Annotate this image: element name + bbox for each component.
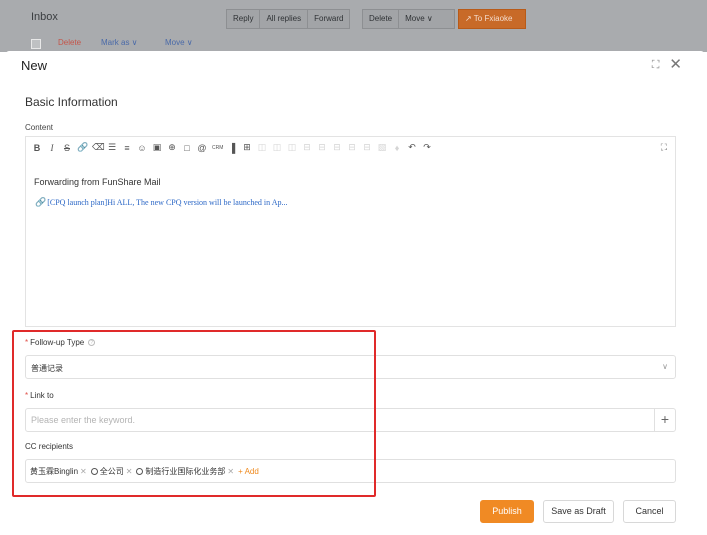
italic-icon[interactable]: I	[47, 143, 57, 153]
redo-icon[interactable]: ↷	[422, 142, 432, 153]
new-post-modal: New ⛶ ✕ Basic Information Content B I S …	[6, 51, 704, 535]
bold-icon[interactable]: B	[32, 143, 42, 153]
recipient-chip: 黄玉霖Binglin ✕	[30, 466, 87, 477]
delete-column-icon: ⊟	[348, 142, 356, 152]
insert-column-icon: ◫	[287, 142, 297, 152]
bg-delete-button[interactable]: Delete	[362, 9, 400, 29]
export-icon: ↗	[465, 14, 472, 23]
add-link-button[interactable]: +	[654, 408, 676, 432]
help-icon[interactable]: ?	[88, 339, 96, 347]
reply-toolbar: Reply All replies Forward	[226, 9, 351, 29]
inbox-title: Inbox	[31, 11, 58, 23]
strikethrough-icon[interactable]: S	[62, 143, 72, 153]
table-icon[interactable]: ⊞	[242, 142, 252, 153]
reply-button[interactable]: Reply	[226, 9, 261, 29]
editor-body-text: Forwarding from FunShare Mail	[34, 177, 161, 187]
bg-move-button[interactable]: Move ∨	[399, 9, 456, 29]
format-painter-icon: ♦	[394, 142, 400, 153]
followup-type-select[interactable]: 普通记录 ∨	[25, 355, 676, 379]
insert-row-below-icon: ⊟	[318, 142, 326, 152]
image-icon[interactable]: ▣	[152, 142, 162, 153]
add-recipient-button[interactable]: + Add	[238, 467, 259, 476]
card-icon[interactable]: □	[182, 143, 192, 153]
link-to-label: * Link to	[25, 391, 54, 400]
followup-type-label: * Follow-up Type?	[25, 338, 96, 347]
recipient-name: 制造行业国际化业务部	[145, 466, 226, 476]
forwarded-mail-link[interactable]: 🔗[CPQ launch plan]Hi ALL, The new CPQ ve…	[35, 197, 287, 208]
link-to-input[interactable]	[25, 408, 655, 432]
recipient-chip: 制造行业国际化业务部 ✕	[136, 466, 234, 477]
delete-table-icon: ⊟	[363, 142, 371, 152]
link-icon[interactable]: 🔗	[77, 142, 88, 153]
forwarded-mail-link-text: [CPQ launch plan]Hi ALL, The new CPQ ver…	[47, 198, 288, 207]
required-asterisk: *	[25, 391, 29, 400]
bullet-list-icon[interactable]: ☰	[107, 142, 117, 153]
crm-icon[interactable]: CRM	[212, 145, 223, 151]
save-draft-button[interactable]: Save as Draft	[543, 500, 614, 523]
merge-cells-icon: ◫	[257, 142, 267, 152]
close-icon[interactable]: ✕	[669, 57, 682, 72]
split-cells-icon: ◫	[272, 142, 282, 152]
insert-row-above-icon: ⊟	[303, 142, 311, 152]
chart-icon[interactable]: ▐	[227, 143, 237, 153]
rich-text-editor[interactable]: B I S 🔗 ⌫ ☰ ≡ ☺ ▣ ⊕ □ @ CRM ▐ ⊞ ◫ ◫ ◫ ⊟ …	[25, 136, 676, 327]
delete-row-icon: ⊟	[333, 142, 341, 152]
followup-type-value: 普通记录	[31, 364, 63, 373]
cc-recipients-field[interactable]: 黄玉霖Binglin ✕ 全公司 ✕ 制造行业国际化业务部 ✕ + Add	[25, 459, 676, 483]
modal-title: New	[21, 58, 48, 73]
followup-type-label-text: Follow-up Type	[30, 338, 85, 347]
plus-icon: +	[660, 411, 670, 427]
inbox-background: Inbox Reply All replies Forward Delete M…	[0, 0, 707, 52]
recipient-chip: 全公司 ✕	[90, 466, 133, 477]
to-fxiaoke-button[interactable]: ↗ To Fxiaoke	[458, 9, 526, 29]
to-fxiaoke-label: To Fxiaoke	[473, 14, 513, 23]
remove-icon[interactable]: ✕	[227, 467, 234, 476]
inbox-actions-row: Delete Mark as ∨ Move ∨	[0, 36, 707, 52]
recipient-name: 全公司	[99, 466, 124, 476]
remove-icon[interactable]: ✕	[80, 467, 87, 476]
all-replies-button[interactable]: All replies	[260, 9, 309, 29]
group-icon	[136, 467, 144, 475]
mark-as-link[interactable]: Mark as ∨	[101, 38, 138, 47]
content-label: Content	[25, 123, 54, 132]
mention-icon[interactable]: @	[197, 143, 207, 153]
undo-icon[interactable]: ↶	[407, 142, 417, 153]
emoji-icon[interactable]: ☺	[137, 143, 147, 153]
modal-controls: ⛶ ✕	[652, 57, 682, 72]
inbox-delete-link[interactable]: Delete	[58, 38, 81, 47]
link-to-label-text: Link to	[30, 391, 54, 400]
forward-button[interactable]: Forward	[308, 9, 351, 29]
cc-recipients-label: CC recipients	[25, 442, 74, 451]
eraser-icon[interactable]: ⌫	[92, 142, 105, 153]
section-title: Basic Information	[25, 95, 118, 109]
chevron-down-icon: ∨	[662, 362, 668, 371]
chain-link-icon: 🔗	[35, 197, 47, 207]
cancel-button[interactable]: Cancel	[623, 500, 676, 523]
numbered-list-icon[interactable]: ≡	[122, 143, 132, 153]
editor-toolbar: B I S 🔗 ⌫ ☰ ≡ ☺ ▣ ⊕ □ @ CRM ▐ ⊞ ◫ ◫ ◫ ⊟ …	[32, 142, 432, 153]
publish-button[interactable]: Publish	[480, 500, 534, 523]
required-asterisk: *	[25, 338, 29, 347]
remove-icon[interactable]: ✕	[126, 467, 133, 476]
recipient-name: 黄玉霖Binglin	[30, 466, 79, 476]
fullscreen-icon[interactable]: ⛶	[661, 142, 667, 153]
move-link[interactable]: Move ∨	[165, 38, 193, 47]
cell-bg-icon: ▧	[377, 142, 387, 152]
expand-icon[interactable]: ⛶	[652, 59, 660, 72]
group-icon	[90, 467, 98, 475]
attachment-icon[interactable]: ⊕	[167, 142, 177, 153]
select-all-checkbox[interactable]	[31, 39, 41, 49]
manage-toolbar: Delete Move ∨	[362, 9, 456, 29]
